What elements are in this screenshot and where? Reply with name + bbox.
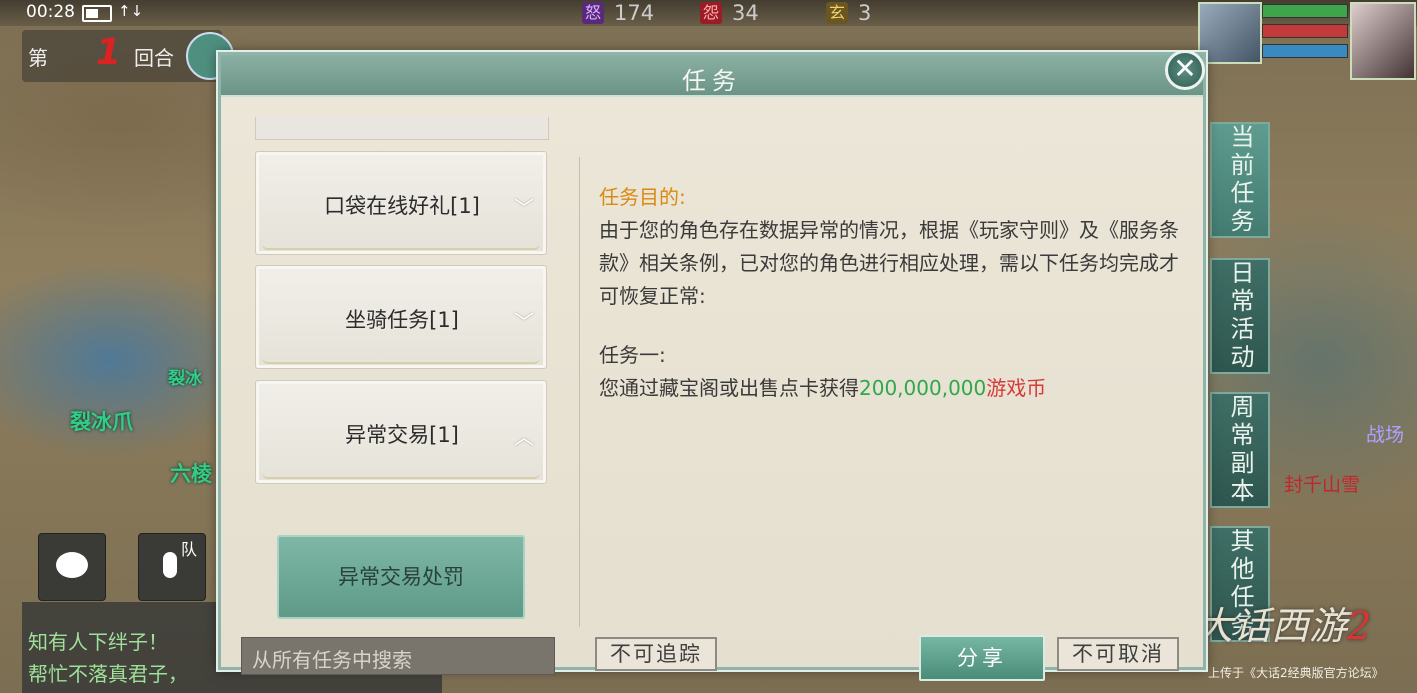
purpose-title: 任务目的:	[599, 185, 686, 209]
untrackable-button[interactable]: 不可追踪	[595, 637, 717, 671]
quest-item-label: 口袋在线好礼[1]	[324, 194, 480, 218]
mp-bar	[1262, 24, 1348, 38]
team-label: 队	[181, 540, 198, 559]
quest-item-mount[interactable]: 坐骑任务[1] ﹀	[255, 265, 547, 369]
hp-bar	[1262, 4, 1348, 18]
microphone-icon	[163, 552, 177, 578]
game-logo: 大话西游2	[1195, 595, 1371, 650]
quest-item-abnormal-trade[interactable]: 异常交易[1] ︿	[255, 380, 547, 484]
close-icon[interactable]: ✕	[1165, 50, 1205, 90]
task1-text: 您通过藏宝阁或出售点卡获得200,000,000游戏币	[599, 372, 1179, 405]
round-suffix: 回合	[134, 46, 174, 70]
round-prefix: 第	[28, 46, 48, 70]
signal-icon: ↑↓	[118, 2, 144, 20]
chevron-down-icon: ﹀	[514, 196, 534, 220]
upload-credit: 上传于《大话2经典版官方论坛》	[1208, 666, 1384, 680]
player-avatar[interactable]	[1350, 2, 1416, 80]
battery-icon	[82, 5, 112, 22]
clock: 00:28	[26, 2, 75, 22]
stat-anger-value: 174	[614, 1, 655, 25]
dialog-body: 口袋在线好礼[1] ﹀ 坐骑任务[1] ﹀ 异常交易[1] ︿ 异常交易处罚 从…	[221, 97, 1203, 681]
chevron-up-icon: ︿	[514, 425, 534, 449]
logo-number: 2	[1347, 604, 1372, 648]
anger-icon: 怒	[582, 2, 604, 24]
pet-avatar[interactable]	[1198, 2, 1262, 64]
decorative-border	[262, 469, 540, 479]
stat-resent-value: 34	[732, 1, 759, 25]
quest-item-label: 异常交易[1]	[345, 423, 459, 447]
tab-current-quest[interactable]: 当前任务	[1210, 122, 1270, 238]
column-divider	[579, 157, 580, 627]
voice-button[interactable]: 队	[138, 533, 206, 601]
enemy-label: 战场	[1366, 424, 1405, 446]
search-input[interactable]: 从所有任务中搜索	[241, 637, 555, 675]
logo-text: 大话西游	[1195, 604, 1348, 648]
task1-amount: 200,000,000	[859, 376, 987, 400]
quest-dialog: 任务 口袋在线好礼[1] ﹀ 坐骑任务[1] ﹀ 异常交易[1] ︿ 异常交易处…	[218, 52, 1206, 681]
task1-prefix: 您通过藏宝阁或出售点卡获得	[599, 376, 859, 400]
tab-weekly-dungeon[interactable]: 周常副本	[1210, 392, 1270, 508]
sp-bar	[1262, 44, 1348, 58]
stat-anger: 怒 174	[582, 1, 654, 25]
stat-mystic: 玄 3	[826, 1, 871, 25]
quest-item-partial[interactable]	[255, 117, 549, 140]
tab-daily-activity[interactable]: 日常活动	[1210, 258, 1270, 374]
mystic-icon: 玄	[826, 2, 848, 24]
task1-unit: 游戏币	[986, 376, 1047, 400]
chat-line: 帮忙不落真君子，	[28, 662, 188, 686]
quest-detail: 任务目的: 由于您的角色存在数据异常的情况，根据《玩家守则》及《服务条款》相关条…	[599, 181, 1179, 405]
quest-sub-item-selected[interactable]: 异常交易处罚	[277, 535, 525, 619]
dialog-header: 任务	[221, 55, 1203, 97]
chevron-down-icon: ﹀	[514, 310, 534, 334]
enemy-name: 封千山雪	[1284, 474, 1361, 496]
map-label-c: 裂冰	[168, 369, 202, 389]
resent-icon: 怨	[700, 2, 722, 24]
quest-item-pocket-gift[interactable]: 口袋在线好礼[1] ﹀	[255, 151, 547, 255]
purpose-text: 由于您的角色存在数据异常的情况，根据《玩家守则》及《服务条款》相关条例，已对您的…	[599, 218, 1179, 308]
decorative-border	[262, 240, 540, 250]
uncancelable-button[interactable]: 不可取消	[1057, 637, 1179, 671]
stat-resent: 怨 34	[700, 1, 759, 25]
stat-mystic-value: 3	[858, 1, 872, 25]
chat-bubble-icon	[56, 552, 88, 578]
round-number: 1	[96, 32, 122, 73]
chat-line: 知有人下绊子！	[28, 630, 168, 654]
map-label-b: 六棱	[170, 462, 212, 486]
dialog-title: 任务	[682, 67, 742, 95]
share-button[interactable]: 分享	[919, 635, 1045, 681]
map-label-a: 裂冰爪	[70, 410, 133, 434]
task1-title: 任务一:	[599, 343, 666, 367]
decorative-border	[262, 354, 540, 364]
quest-item-label: 坐骑任务[1]	[345, 308, 459, 332]
chat-button[interactable]	[38, 533, 106, 601]
